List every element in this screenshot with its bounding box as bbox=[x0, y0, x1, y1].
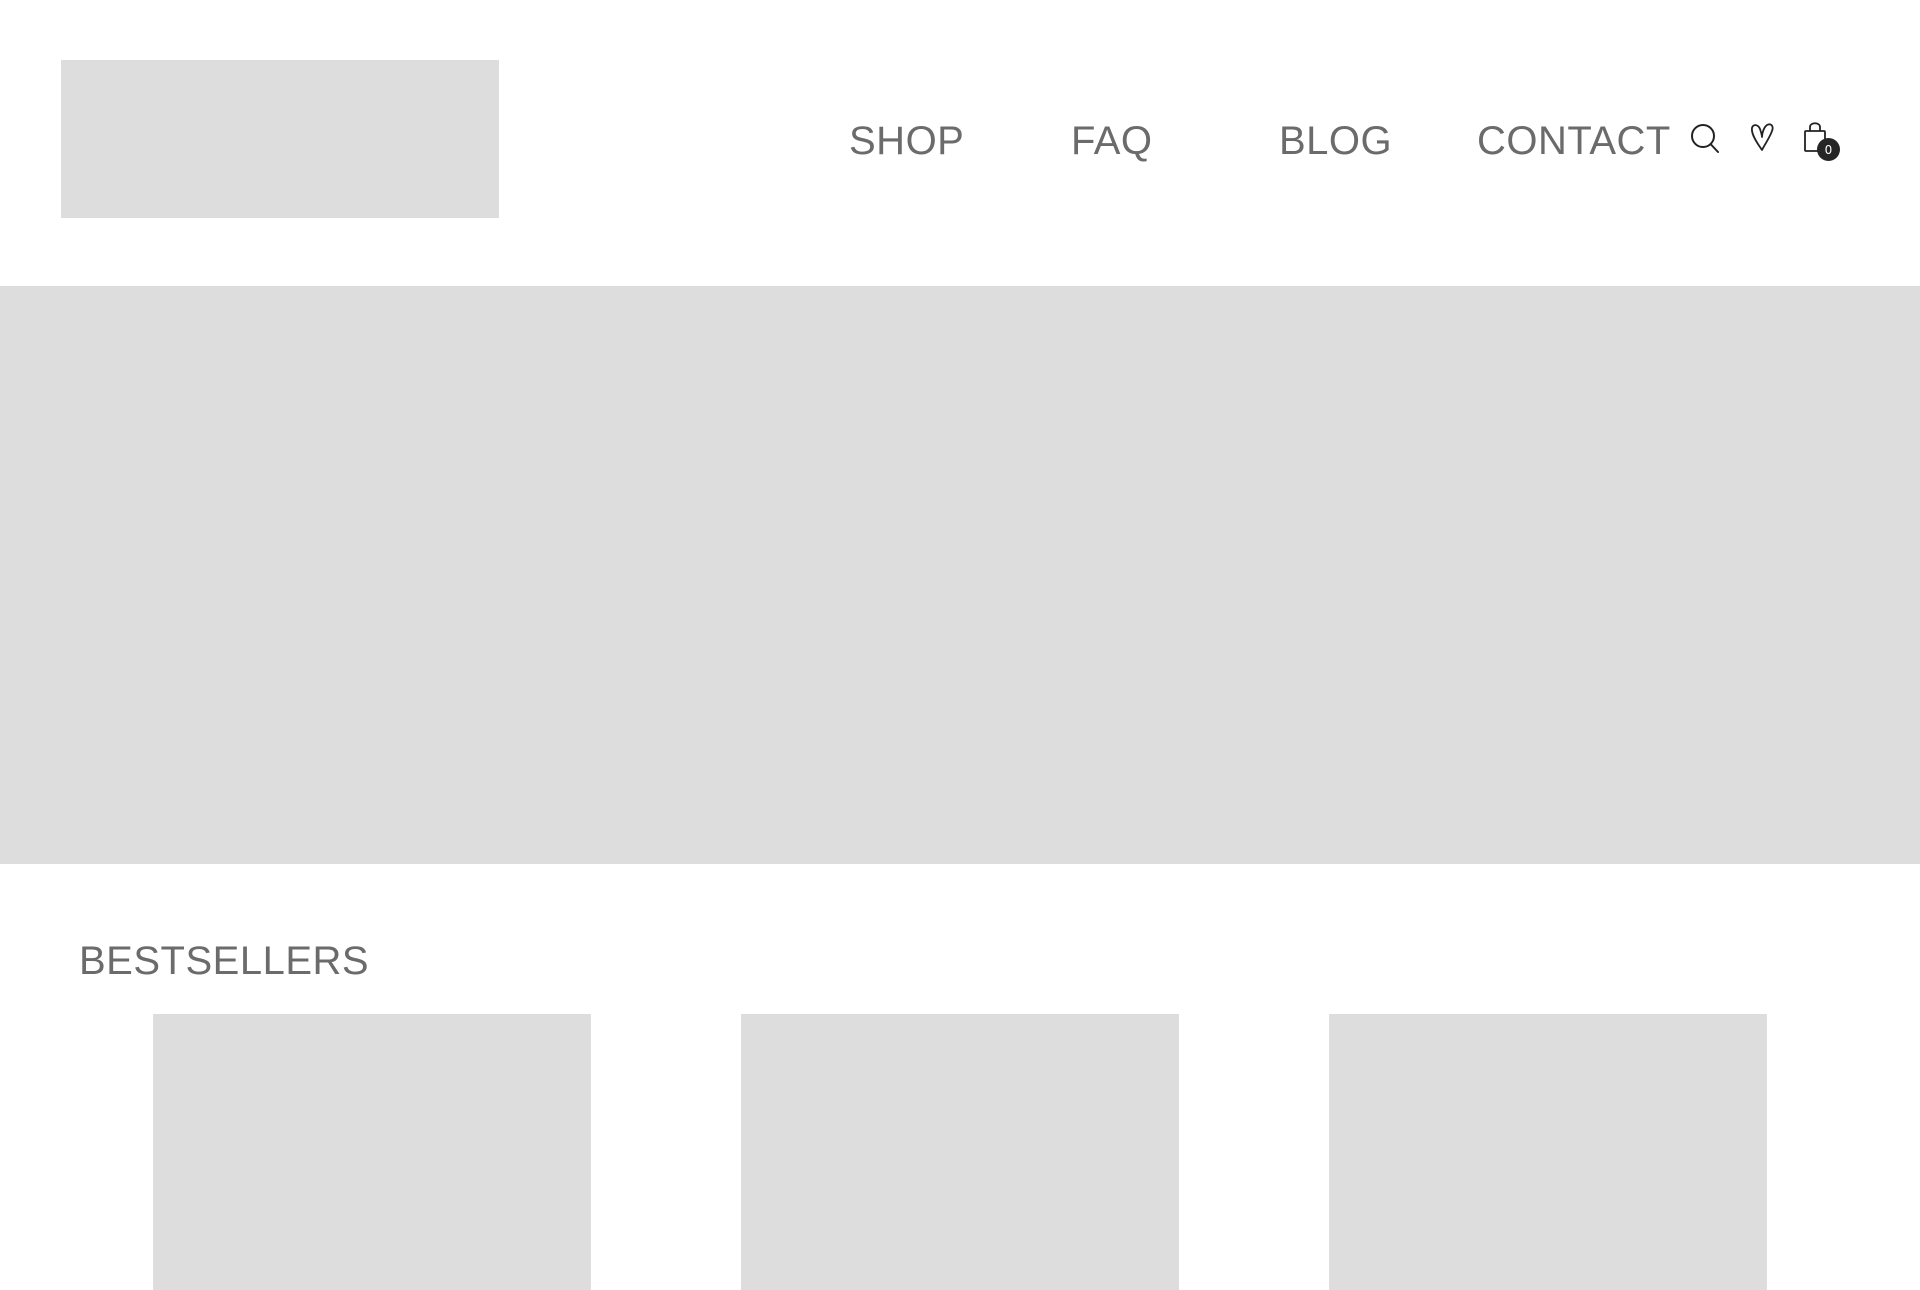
nav-link-faq[interactable]: FAQ bbox=[1071, 114, 1153, 168]
product-card-1[interactable] bbox=[153, 1014, 591, 1290]
heart-icon bbox=[1751, 123, 1774, 151]
nav-link-shop[interactable]: SHOP bbox=[849, 114, 964, 168]
wishlist-button[interactable] bbox=[1748, 122, 1776, 154]
product-card-2[interactable] bbox=[741, 1014, 1179, 1290]
page: SHOP FAQ BLOG CONTACT 0 BESTSELLERS bbox=[0, 0, 1920, 1290]
bestsellers-heading: BESTSELLERS bbox=[79, 939, 370, 983]
nav-link-blog[interactable]: BLOG bbox=[1279, 114, 1392, 168]
hero-banner-placeholder[interactable] bbox=[0, 286, 1920, 864]
search-icon bbox=[1691, 124, 1719, 153]
nav-link-contact[interactable]: CONTACT bbox=[1477, 114, 1671, 168]
search-button[interactable] bbox=[1690, 122, 1722, 156]
cart-count-badge: 0 bbox=[1817, 138, 1840, 161]
product-card-3[interactable] bbox=[1329, 1014, 1767, 1290]
logo-placeholder[interactable] bbox=[61, 60, 499, 218]
